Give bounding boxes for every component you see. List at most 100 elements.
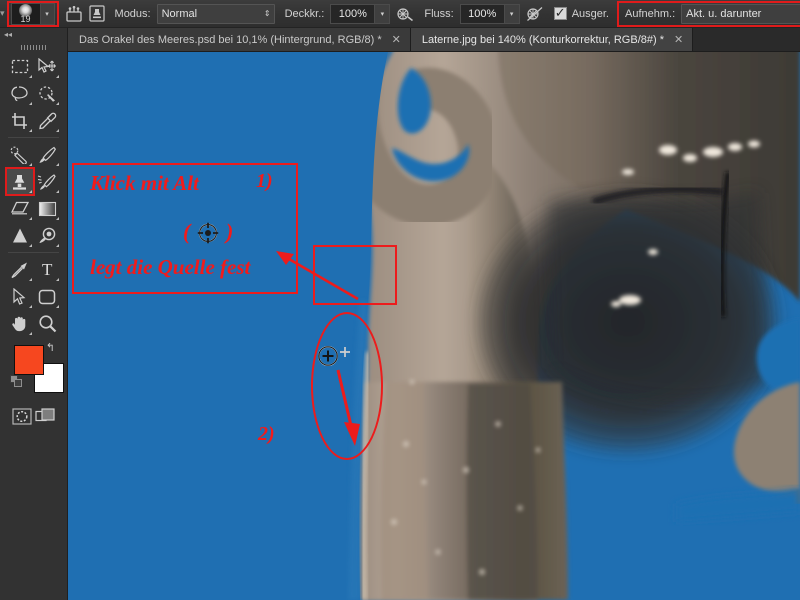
eyedropper-tool[interactable] bbox=[34, 107, 62, 134]
tool-flyout-indicator-icon bbox=[28, 305, 32, 308]
tool-flyout-indicator-icon bbox=[56, 244, 59, 247]
sample-select[interactable]: Akt. u. darunter ⇕ bbox=[681, 3, 800, 24]
paren-close: ) bbox=[226, 219, 234, 244]
tool-flyout-indicator-icon bbox=[28, 278, 32, 281]
annotation-rect-target bbox=[313, 245, 397, 305]
blend-mode-label: Modus: bbox=[114, 7, 151, 20]
reset-colors-icon[interactable] bbox=[10, 375, 23, 393]
blend-mode-select[interactable]: Normal ⇕ bbox=[156, 3, 275, 24]
document-tab-bar: Das Orakel des Meeres.psd bei 10,1% (Hin… bbox=[68, 28, 800, 52]
opacity-value[interactable]: 100% bbox=[330, 3, 375, 24]
tool-flyout-indicator-icon bbox=[28, 75, 32, 78]
dodge-tool[interactable] bbox=[34, 222, 62, 249]
aligned-checkbox-box[interactable] bbox=[553, 5, 567, 20]
brush-preset-picker[interactable]: 19 bbox=[10, 2, 41, 25]
tool-flyout-indicator-icon bbox=[56, 163, 59, 166]
tool-flyout-indicator-icon bbox=[28, 244, 32, 247]
path-selection-tool[interactable] bbox=[6, 283, 34, 310]
lasso-tool[interactable] bbox=[6, 80, 34, 107]
flow-label: Fluss: bbox=[424, 7, 454, 20]
foreground-color-swatch[interactable] bbox=[14, 345, 44, 375]
tool-flyout-indicator-icon bbox=[28, 217, 32, 220]
flow-value[interactable]: 100% bbox=[459, 3, 504, 24]
annotation-step1-title: Klick mit Alt bbox=[90, 171, 199, 195]
tool-flyout-indicator-icon bbox=[56, 190, 59, 193]
gradient-tool[interactable] bbox=[34, 195, 62, 222]
annotation-step1-caption: legt die Quelle fest bbox=[90, 255, 251, 279]
zoom-tool[interactable] bbox=[34, 310, 62, 337]
close-icon[interactable]: ✕ bbox=[392, 33, 401, 46]
edit-in-quick-mask-icon[interactable] bbox=[10, 405, 34, 427]
pen-tool[interactable] bbox=[6, 256, 34, 283]
toggle-clone-source-panel-icon[interactable] bbox=[88, 3, 105, 25]
sample-group-highlight: Aufnehm.: Akt. u. darunter ⇕ bbox=[617, 0, 800, 27]
horizontal-type-tool[interactable]: T bbox=[34, 256, 62, 283]
tool-flyout-indicator-icon bbox=[56, 102, 59, 105]
brush-preset-dropdown-arrow-icon[interactable]: ▾ bbox=[40, 2, 55, 25]
airbrush-pressure-opacity-icon[interactable] bbox=[396, 3, 414, 25]
brush-size-value: 19 bbox=[20, 13, 31, 24]
aligned-checkbox[interactable]: Ausger. bbox=[553, 5, 609, 20]
flow-field[interactable]: 100% ▾ bbox=[459, 3, 520, 24]
tool-flyout-indicator-icon bbox=[28, 129, 32, 132]
annotation-step2-number: 2) bbox=[258, 423, 275, 445]
flow-dropdown-arrow-icon[interactable]: ▾ bbox=[503, 3, 520, 24]
document-tab-laterne[interactable]: Laterne.jpg bei 140% (Konturkorrektur, R… bbox=[410, 28, 694, 51]
tools-panel-grip[interactable] bbox=[0, 41, 67, 53]
annotation-step1-number: 1) bbox=[256, 170, 273, 192]
tools-divider bbox=[8, 252, 59, 253]
tool-flyout-indicator-icon bbox=[56, 278, 59, 281]
crop-tool[interactable] bbox=[6, 107, 34, 134]
photoshop-window: ▾ 19 ▾ Modus: Normal ⇕ Deckkr.: 100% ▾ F… bbox=[0, 0, 800, 600]
document-tab-orakel[interactable]: Das Orakel des Meeres.psd bei 10,1% (Hin… bbox=[68, 28, 411, 51]
eraser-tool[interactable] bbox=[6, 195, 34, 222]
tool-flyout-indicator-icon bbox=[56, 75, 59, 78]
toggle-brush-panel-icon[interactable] bbox=[65, 3, 83, 25]
tool-flyout-indicator-icon bbox=[56, 129, 59, 132]
clone-source-crosshair-group: ( ) bbox=[183, 219, 243, 248]
mode-buttons-row bbox=[6, 399, 61, 427]
image-canvas[interactable]: Klick mit Alt 1) legt die Quelle fest ( … bbox=[68, 52, 800, 600]
blend-mode-stepper-icon: ⇕ bbox=[263, 9, 271, 18]
collapse-panel-icon[interactable]: ◂◂ bbox=[0, 28, 67, 41]
tool-flyout-indicator-icon bbox=[28, 102, 32, 105]
opacity-field[interactable]: 100% ▾ bbox=[330, 3, 391, 24]
annotation-arrow-step2 bbox=[336, 369, 360, 446]
clone-stamp-tool[interactable] bbox=[5, 167, 35, 196]
rectangular-marquee-tool[interactable] bbox=[6, 53, 34, 80]
spot-healing-brush-tool[interactable] bbox=[6, 141, 34, 168]
blur-tool[interactable] bbox=[6, 222, 34, 249]
opacity-dropdown-arrow-icon[interactable]: ▾ bbox=[374, 3, 391, 24]
tool-flyout-indicator-icon bbox=[28, 163, 32, 166]
blend-mode-value: Normal bbox=[161, 7, 198, 20]
tool-flyout-indicator-icon bbox=[56, 217, 59, 220]
tools-divider bbox=[8, 137, 59, 138]
tool-flyout-indicator-icon bbox=[28, 190, 32, 193]
sample-value: Akt. u. darunter bbox=[686, 7, 762, 20]
move-tool[interactable] bbox=[34, 53, 62, 80]
clone-source-crosshair-icon bbox=[197, 222, 219, 244]
rounded-rectangle-tool[interactable] bbox=[34, 283, 62, 310]
swap-colors-icon[interactable]: ↰ bbox=[46, 341, 55, 354]
photo-laterne bbox=[68, 52, 800, 600]
brush-tool[interactable] bbox=[34, 141, 62, 168]
color-swatches: ↰ bbox=[6, 341, 64, 399]
document-tab-label: Das Orakel des Meeres.psd bei 10,1% (Hin… bbox=[79, 33, 382, 46]
airbrush-pressure-size-icon[interactable] bbox=[526, 3, 544, 25]
opacity-label: Deckkr.: bbox=[284, 7, 325, 20]
change-screen-mode-icon[interactable] bbox=[34, 405, 58, 427]
close-icon[interactable]: ✕ bbox=[674, 33, 683, 46]
hand-tool[interactable] bbox=[6, 310, 34, 337]
aligned-label: Ausger. bbox=[571, 7, 609, 20]
document-tab-label: Laterne.jpg bei 140% (Konturkorrektur, R… bbox=[421, 33, 664, 46]
preset-picker-arrow-icon[interactable]: ▾ bbox=[0, 8, 5, 19]
sample-label: Aufnehm.: bbox=[625, 7, 676, 20]
tool-options-bar: ▾ 19 ▾ Modus: Normal ⇕ Deckkr.: 100% ▾ F… bbox=[0, 0, 800, 28]
brush-preset-picker-highlight: 19 ▾ bbox=[6, 0, 59, 27]
tool-flyout-indicator-icon bbox=[28, 332, 32, 335]
quick-selection-tool[interactable] bbox=[34, 80, 62, 107]
history-brush-tool[interactable] bbox=[34, 168, 62, 195]
tools-panel: ◂◂ T ↰ bbox=[0, 28, 68, 600]
options-bar-grip[interactable]: ▾ bbox=[0, 0, 5, 28]
paren-open: ( bbox=[183, 219, 191, 244]
